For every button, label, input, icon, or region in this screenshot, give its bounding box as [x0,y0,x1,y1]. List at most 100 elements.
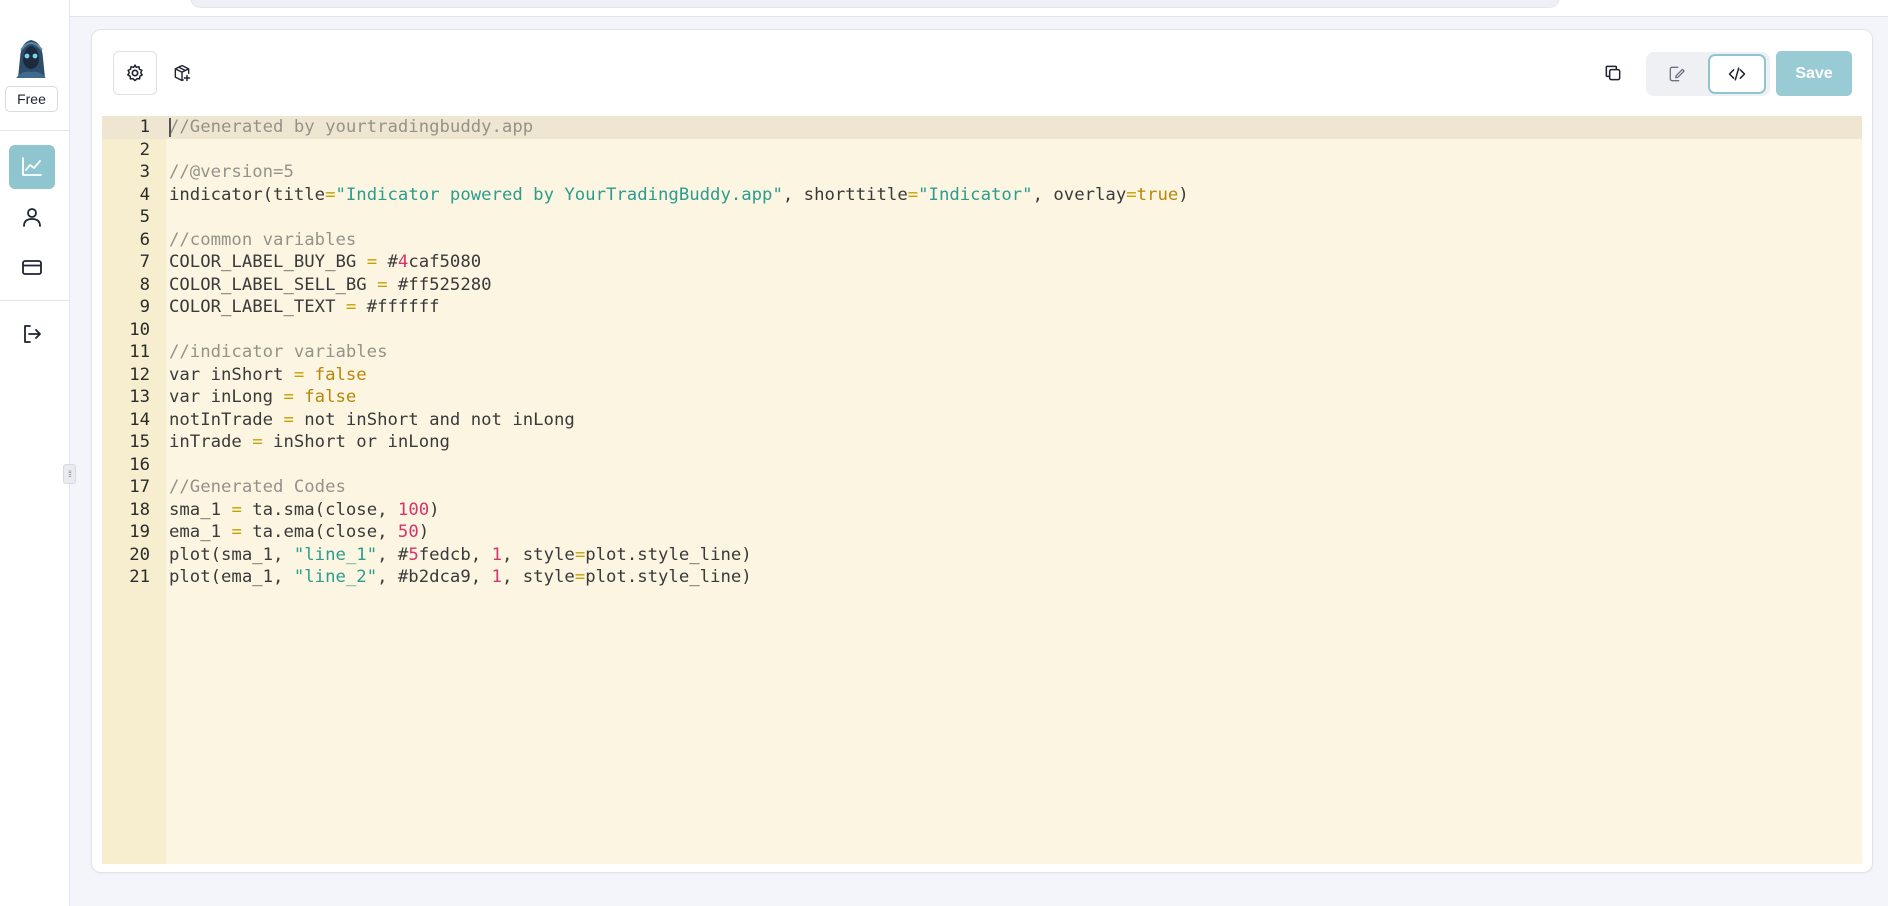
code-line[interactable]: 13 var inLong = false [102,386,1862,409]
line-number: 18 [129,499,150,520]
code-operator: = [345,297,357,317]
code-line[interactable]: 18 sma_1 = ta.sma(close, 100) [102,499,1862,522]
sidebar-divider [0,130,70,131]
code-keyword: false [304,387,357,407]
user-icon [23,208,41,227]
code-operator: = [293,364,305,385]
code-line[interactable]: 1 //Generated by yourtradingbuddy.app [102,116,1862,139]
code-text: plot.style_line) [585,567,752,587]
code-operator: = [907,184,919,205]
logout-icon [24,325,41,343]
line-code: //Generated Codes [169,476,346,499]
code-line[interactable]: 20 plot(sma_1, "line_1", #5fedcb, 1, styl… [102,544,1862,567]
code-line[interactable]: 8 COLOR_LABEL_SELL_BG = #ff525280 [102,274,1862,297]
line-code: var inShort = false [169,364,367,387]
code-string: "Indicator powered by YourTradingBuddy.a… [335,184,783,205]
code-line[interactable]: 9 COLOR_LABEL_TEXT = #ffffff [102,296,1862,319]
code-line[interactable]: 10 [102,319,1862,342]
code-mode-button[interactable] [1708,54,1766,94]
line-code: var inLong = false [169,386,356,409]
sidebar: Free [0,0,70,906]
code-operator: = [252,432,263,452]
line-code: inTrade = inShort or inLong [169,431,450,454]
line-code: COLOR_LABEL_BUY_BG = #4caf5080 [169,251,481,274]
code-text: # [377,252,398,272]
nav-item-charts[interactable] [9,145,55,189]
code-icon [1728,67,1746,81]
code-comment: //@version=5 [169,162,294,182]
code-text: var inShort [169,364,294,385]
code-line[interactable]: 6 //common variables [102,229,1862,252]
line-code: //indicator variables [169,341,388,364]
line-number: 17 [129,477,150,497]
line-number: 21 [129,567,150,587]
code-operator: = [574,567,586,587]
code-line[interactable]: 3 //@version=5 [102,161,1862,184]
code-operator: = [231,522,242,542]
credit-card-icon [22,260,42,275]
code-operator: = [283,387,294,407]
editor-card: Save 1 //Generated by yourtradingbuddy.ap… [91,29,1873,873]
code-operator: = [325,184,336,205]
sidebar-resize-handle[interactable]: ⁞⁞ [63,464,76,484]
visual-mode-button[interactable] [1648,54,1706,94]
line-number: 10 [129,319,150,340]
code-text: ta.sma(close, [241,499,398,520]
code-text: not inShort and not inLong [293,409,575,430]
line-code: plot(sma_1, "line_1", #5fedcb, 1, style=… [169,544,752,567]
line-number: 1 [139,117,150,137]
line-number: 16 [129,454,150,475]
code-line[interactable]: 5 [102,206,1862,229]
code-line[interactable]: 11 //indicator variables [102,341,1862,364]
line-code: COLOR_LABEL_SELL_BG = #ff525280 [169,274,492,297]
code-editor[interactable]: 1 //Generated by yourtradingbuddy.app 2 3 //… [102,116,1862,864]
sidebar-divider [0,300,70,301]
nav-item-logout[interactable] [9,312,55,356]
line-number: 2 [139,139,150,160]
code-line[interactable]: 14 notInTrade = not inShort and not inLon… [102,409,1862,432]
code-keyword: true [1136,184,1179,205]
code-text: indicator(title [169,184,326,205]
code-text: ) [1178,184,1189,205]
code-line[interactable]: 12 var inShort = false [102,364,1862,387]
code-line[interactable]: 16 [102,454,1862,477]
code-operator: = [1126,184,1137,205]
code-text: , overlay [1032,184,1127,205]
code-text: COLOR_LABEL_TEXT [169,297,346,317]
line-number: 19 [129,522,150,542]
nav-item-billing[interactable] [9,245,55,289]
line-number: 8 [139,274,150,295]
package-button[interactable] [160,51,204,95]
package-icon [174,64,191,82]
code-line[interactable]: 4 indicator(title="Indicator powered by Y… [102,184,1862,207]
code-line[interactable]: 21 plot(ema_1, "line_2", #b2dca9, 1, styl… [102,566,1862,589]
line-number: 20 [129,544,150,565]
code-string: "Indicator" [918,184,1033,205]
code-line[interactable]: 7 COLOR_LABEL_BUY_BG = #4caf5080 [102,251,1862,274]
nav-item-profile[interactable] [9,195,55,239]
code-text: caf5080 [408,252,482,272]
line-number: 3 [139,162,150,182]
code-number: 50 [397,522,419,542]
copy-icon [1605,65,1621,81]
code-string: "line_1" [293,544,378,565]
code-line[interactable]: 19 ema_1 = ta.ema(close, 50) [102,521,1862,544]
top-search-bar[interactable] [190,0,1560,8]
gear-icon [127,64,143,82]
code-line[interactable]: 17 //Generated Codes [102,476,1862,499]
code-text: , # [377,544,409,565]
code-text: sma_1 [169,499,232,520]
code-number: 4 [397,252,409,272]
copy-button[interactable] [1591,51,1635,95]
settings-button[interactable] [113,51,157,95]
code-text: , style [501,544,575,565]
save-button[interactable]: Save [1776,51,1852,96]
line-number: 13 [129,387,150,407]
code-operator: = [574,544,586,565]
avatar[interactable] [12,34,50,78]
code-line[interactable]: 15 inTrade = inShort or inLong [102,431,1862,454]
line-number: 4 [139,184,150,205]
code-line[interactable]: 2 [102,139,1862,162]
